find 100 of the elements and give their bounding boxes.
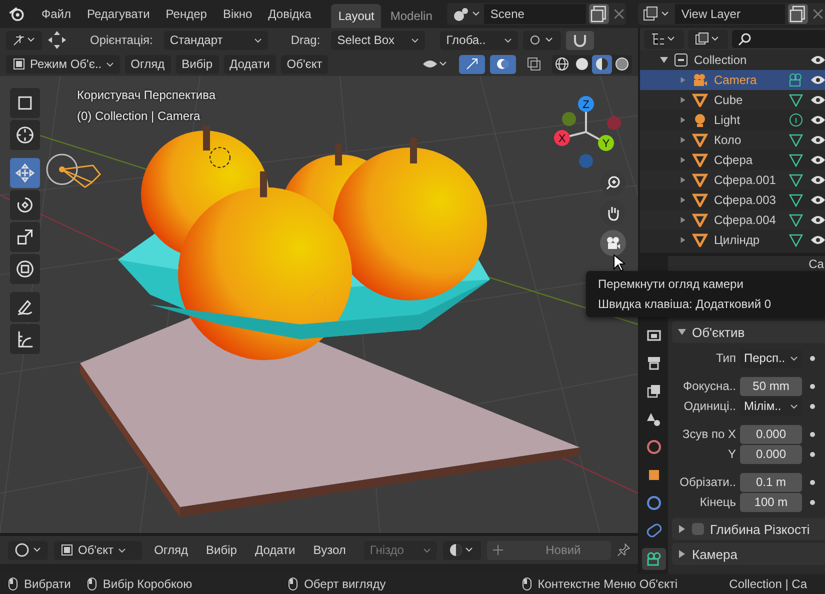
pin-icon[interactable] xyxy=(616,542,630,558)
header-menu[interactable]: Додати xyxy=(248,540,302,560)
eye-icon[interactable] xyxy=(810,195,825,205)
expand-arrow-icon[interactable] xyxy=(680,197,686,203)
expand-arrow-icon[interactable] xyxy=(678,550,686,558)
overlay-toggle[interactable] xyxy=(490,54,516,74)
orientation-dropdown[interactable]: Стандарт xyxy=(164,30,268,50)
eye-icon[interactable] xyxy=(810,155,825,165)
mesh-data-icon[interactable] xyxy=(788,193,804,207)
snap-toggle[interactable] xyxy=(566,30,594,50)
shader-type-dropdown[interactable]: Об'єкт xyxy=(54,540,142,560)
close-icon[interactable] xyxy=(811,7,825,21)
header-menu[interactable]: Вибір xyxy=(200,540,243,560)
transform-icon xyxy=(14,258,36,280)
mesh-data-icon[interactable] xyxy=(788,173,804,187)
expand-arrow-icon[interactable] xyxy=(680,217,686,223)
expand-arrow-icon[interactable] xyxy=(660,56,668,64)
eye-icon[interactable] xyxy=(810,175,825,185)
number-field[interactable]: 50 mm xyxy=(740,376,802,396)
editor-type-dropdown[interactable] xyxy=(8,540,48,560)
menu-item[interactable]: Рендер xyxy=(160,7,213,21)
workspace-tab[interactable]: Layout xyxy=(331,4,382,28)
tool-button[interactable] xyxy=(10,120,40,150)
transform-orientation-dropdown[interactable]: Глоба.. xyxy=(440,30,518,50)
expand-arrow-icon[interactable] xyxy=(680,177,686,183)
tool-button[interactable] xyxy=(10,292,40,322)
header-menu[interactable]: Вибір xyxy=(176,54,218,74)
mesh-data-icon[interactable] xyxy=(788,233,804,247)
panel-header[interactable]: Камера xyxy=(672,543,825,565)
transform-pivot-dropdown[interactable] xyxy=(6,30,42,50)
panel-checkbox[interactable] xyxy=(692,523,704,535)
camera-data-icon[interactable] xyxy=(788,73,804,87)
mesh-data-icon[interactable] xyxy=(788,93,804,107)
axis-gizmo[interactable]: Z X Y xyxy=(551,90,631,190)
outliner-row[interactable]: Сфера.003 xyxy=(640,190,825,210)
blender-logo-icon[interactable] xyxy=(8,5,26,23)
expand-arrow-icon[interactable] xyxy=(680,137,686,143)
scene-icon[interactable] xyxy=(451,6,482,22)
move-arrows-icon[interactable] xyxy=(47,30,67,50)
copy-icon[interactable] xyxy=(788,4,808,24)
panel-header[interactable]: Об'єктив xyxy=(672,321,825,343)
workspace-tab[interactable]: Modelin xyxy=(383,4,440,28)
outliner-row[interactable]: Light xyxy=(640,110,825,130)
eye-icon[interactable] xyxy=(810,215,825,225)
expand-arrow-icon[interactable] xyxy=(680,97,686,103)
eye-icon[interactable] xyxy=(810,115,825,125)
menu-item[interactable]: Вікно xyxy=(216,7,258,21)
copy-icon[interactable] xyxy=(589,4,610,24)
shading-mode-button[interactable] xyxy=(592,54,612,74)
header-menu[interactable]: Додати xyxy=(224,54,276,74)
tool-button[interactable] xyxy=(10,254,40,284)
mode-dropdown[interactable]: Режим Об'є.. xyxy=(6,54,120,74)
menu-item[interactable]: Файл xyxy=(35,7,77,21)
menu-item[interactable]: Редагувати xyxy=(81,7,156,21)
mesh-data-icon[interactable] xyxy=(788,153,804,167)
properties-tab[interactable] xyxy=(642,548,666,570)
filter-dropdown[interactable] xyxy=(688,30,728,48)
tool-button[interactable] xyxy=(10,222,40,252)
header-menu[interactable]: Об'єкт xyxy=(280,54,328,74)
tool-button[interactable] xyxy=(10,190,40,220)
panel-header[interactable]: Глибина Різкості xyxy=(672,518,825,540)
header-menu[interactable]: Вузол xyxy=(307,540,352,560)
dropdown-field[interactable]: Персп.. xyxy=(740,348,802,368)
expand-arrow-icon[interactable] xyxy=(680,157,686,163)
move-arrows-icon xyxy=(14,162,36,184)
eye-icon[interactable] xyxy=(810,235,825,245)
number-field[interactable]: 0.1 m xyxy=(740,472,802,492)
number-field[interactable]: 0.000 xyxy=(740,444,802,464)
snap-dropdown[interactable] xyxy=(523,30,562,50)
search-field[interactable] xyxy=(732,30,825,48)
mesh-data-icon[interactable] xyxy=(788,213,804,227)
outliner-row[interactable]: Сфера xyxy=(640,150,825,170)
close-icon[interactable] xyxy=(612,7,626,21)
header-menu[interactable]: Огляд xyxy=(148,540,194,560)
view-layer-field[interactable]: View Layer xyxy=(675,4,785,24)
eye-icon[interactable] xyxy=(810,75,825,85)
material-dropdown[interactable] xyxy=(443,540,482,560)
number-field[interactable]: 0.000 xyxy=(740,424,802,444)
expand-arrow-icon[interactable] xyxy=(678,525,686,533)
number-field[interactable]: 100 m xyxy=(740,492,802,512)
display-mode-dropdown[interactable] xyxy=(644,30,684,48)
gizmo-toggle[interactable] xyxy=(459,54,485,74)
tool-button[interactable] xyxy=(10,88,40,118)
wireframe-sphere-icon xyxy=(555,57,569,71)
eye-icon[interactable] xyxy=(810,55,825,65)
expand-arrow-icon[interactable] xyxy=(680,117,686,123)
outliner-row[interactable]: Циліндр xyxy=(640,230,825,250)
expand-arrow-icon[interactable] xyxy=(678,328,686,336)
expand-arrow-icon[interactable] xyxy=(680,237,686,243)
mesh-data-icon[interactable] xyxy=(788,133,804,147)
menu-item[interactable]: Довідка xyxy=(262,7,318,21)
dropdown-field[interactable]: Мілім.. xyxy=(740,396,802,416)
eye-icon[interactable] xyxy=(810,95,825,105)
eye-icon[interactable] xyxy=(810,135,825,145)
drag-dropdown[interactable]: Select Box xyxy=(331,30,426,50)
outliner-row[interactable]: Camera xyxy=(640,70,825,90)
header-menu[interactable]: Огляд xyxy=(124,54,171,74)
scene-field[interactable]: Scene xyxy=(484,4,586,24)
light-data-icon[interactable] xyxy=(788,113,804,127)
tool-button[interactable] xyxy=(10,324,40,354)
